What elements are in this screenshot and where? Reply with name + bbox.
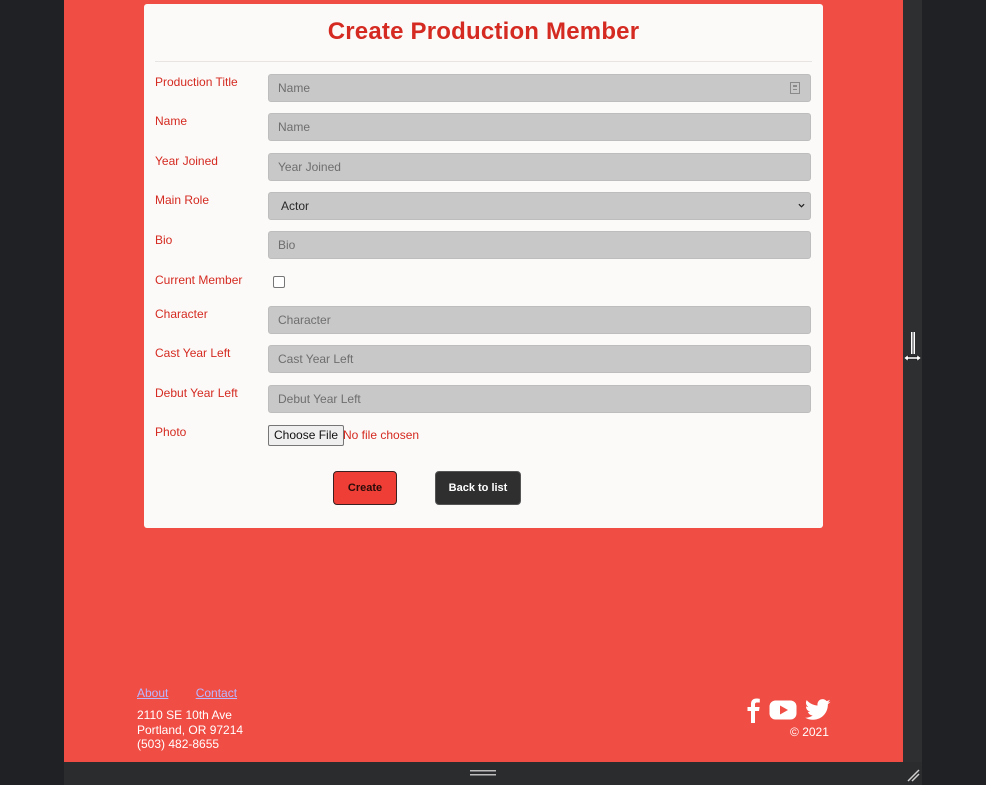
main-role-select[interactable]: Actor bbox=[268, 192, 811, 220]
production-title-placeholder: Name bbox=[278, 81, 311, 95]
debut-year-left-placeholder: Debut Year Left bbox=[278, 392, 361, 406]
page-title: Create Production Member bbox=[327, 18, 640, 45]
title-divider bbox=[155, 61, 812, 62]
cast-year-left-row: Cast Year Left Cast Year Left bbox=[155, 345, 811, 373]
address-city: Portland, OR 97214 bbox=[137, 722, 244, 737]
footer-link-contact[interactable]: Contact bbox=[196, 686, 237, 700]
main-role-label: Main Role bbox=[155, 193, 210, 207]
youtube-icon[interactable] bbox=[769, 699, 797, 726]
character-placeholder: Character bbox=[278, 313, 331, 327]
back-to-list-button[interactable]: Back to list bbox=[435, 471, 521, 505]
name-placeholder: Name bbox=[278, 120, 311, 134]
id-card-icon bbox=[790, 82, 800, 94]
footer-address: 2110 SE 10th Ave Portland, OR 97214 (503… bbox=[137, 708, 243, 752]
character-input[interactable]: Character bbox=[268, 306, 811, 334]
bio-placeholder: Bio bbox=[278, 238, 296, 252]
address-phone: (503) 482-8655 bbox=[137, 737, 220, 751]
year-joined-input[interactable]: Year Joined bbox=[268, 153, 811, 181]
bio-row: Bio Bio bbox=[155, 231, 811, 259]
bio-input[interactable]: Bio bbox=[268, 231, 811, 259]
copyright-icon: © bbox=[790, 725, 799, 739]
footer-link-about[interactable]: About bbox=[137, 686, 168, 700]
drag-handle-icon[interactable] bbox=[470, 770, 496, 776]
name-label: Name bbox=[155, 114, 188, 128]
name-row: Name Name bbox=[155, 113, 811, 141]
chevron-down-icon bbox=[798, 203, 805, 208]
debut-year-left-row: Debut Year Left Debut Year Left bbox=[155, 385, 811, 413]
file-status: No file chosen bbox=[343, 428, 420, 442]
current-member-label: Current Member bbox=[155, 273, 243, 287]
twitter-icon[interactable] bbox=[804, 699, 831, 726]
choose-file-button[interactable]: Choose File bbox=[268, 425, 345, 446]
create-member-form: Create Production Member Production Titl… bbox=[144, 4, 823, 528]
cast-year-left-label: Cast Year Left bbox=[155, 346, 231, 360]
main-role-row: Main Role Actor bbox=[155, 192, 811, 220]
footer-nav: About Contact bbox=[137, 686, 261, 700]
facebook-icon[interactable] bbox=[742, 697, 764, 728]
copyright: © 2021 bbox=[790, 725, 829, 739]
main-role-value: Actor bbox=[281, 199, 310, 213]
current-member-checkbox[interactable] bbox=[273, 276, 285, 288]
address-street: 2110 SE 10th Ave bbox=[137, 708, 232, 722]
debut-year-left-label: Debut Year Left bbox=[155, 386, 238, 400]
bottom-panel-bar bbox=[64, 762, 922, 785]
current-member-row: Current Member bbox=[155, 272, 811, 300]
resize-corner-icon[interactable] bbox=[906, 768, 920, 782]
production-title-input[interactable]: Name bbox=[268, 74, 811, 102]
photo-row: Photo Choose File No file chosen bbox=[155, 425, 811, 453]
year-joined-row: Year Joined Year Joined bbox=[155, 153, 811, 181]
vertical-scrollbar[interactable] bbox=[903, 0, 922, 762]
debut-year-left-input[interactable]: Debut Year Left bbox=[268, 385, 811, 413]
photo-label: Photo bbox=[155, 425, 187, 439]
production-title-label: Production Title bbox=[155, 75, 238, 89]
character-row: Character Character bbox=[155, 306, 811, 334]
name-input[interactable]: Name bbox=[268, 113, 811, 141]
production-title-row: Production Title Name bbox=[155, 74, 811, 102]
bio-label: Bio bbox=[155, 233, 173, 247]
year-joined-label: Year Joined bbox=[155, 154, 218, 168]
copyright-year: 2021 bbox=[802, 725, 829, 739]
cast-year-left-placeholder: Cast Year Left bbox=[278, 352, 354, 366]
character-label: Character bbox=[155, 307, 208, 321]
cast-year-left-input[interactable]: Cast Year Left bbox=[268, 345, 811, 373]
year-joined-placeholder: Year Joined bbox=[278, 160, 341, 174]
create-button[interactable]: Create bbox=[333, 471, 397, 505]
resize-cursor-icon bbox=[903, 332, 922, 362]
